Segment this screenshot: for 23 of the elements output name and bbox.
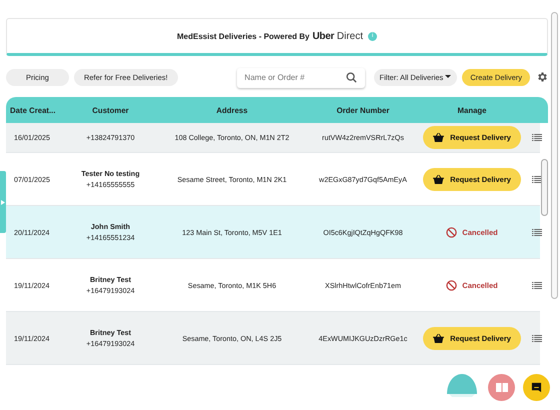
settings-icon[interactable] — [536, 71, 548, 83]
basket-icon — [433, 334, 444, 342]
page-scrollbar[interactable] — [551, 12, 558, 299]
search-field[interactable]: Name or Order # — [236, 68, 365, 88]
book-icon — [496, 383, 508, 392]
list-icon[interactable] — [532, 282, 542, 288]
list-icon[interactable] — [532, 334, 542, 342]
prohibited-icon — [446, 226, 458, 238]
page-title: MedEssist Deliveries - Powered By — [177, 32, 310, 40]
chat-icon — [531, 382, 542, 393]
list-icon[interactable] — [532, 176, 542, 182]
scrollbar[interactable] — [541, 159, 548, 216]
basket-icon — [433, 174, 444, 184]
basket-icon — [433, 133, 444, 142]
list-icon[interactable] — [532, 134, 542, 141]
list-icon[interactable] — [532, 228, 542, 236]
brand-logo: Uber Direct — [312, 30, 363, 42]
chat-button[interactable] — [523, 374, 550, 401]
search-icon[interactable] — [346, 72, 357, 83]
sidebar-toggle[interactable] — [0, 171, 6, 233]
arrow-icon — [1, 200, 5, 204]
caret-icon — [445, 75, 452, 79]
prohibited-icon — [446, 280, 458, 290]
